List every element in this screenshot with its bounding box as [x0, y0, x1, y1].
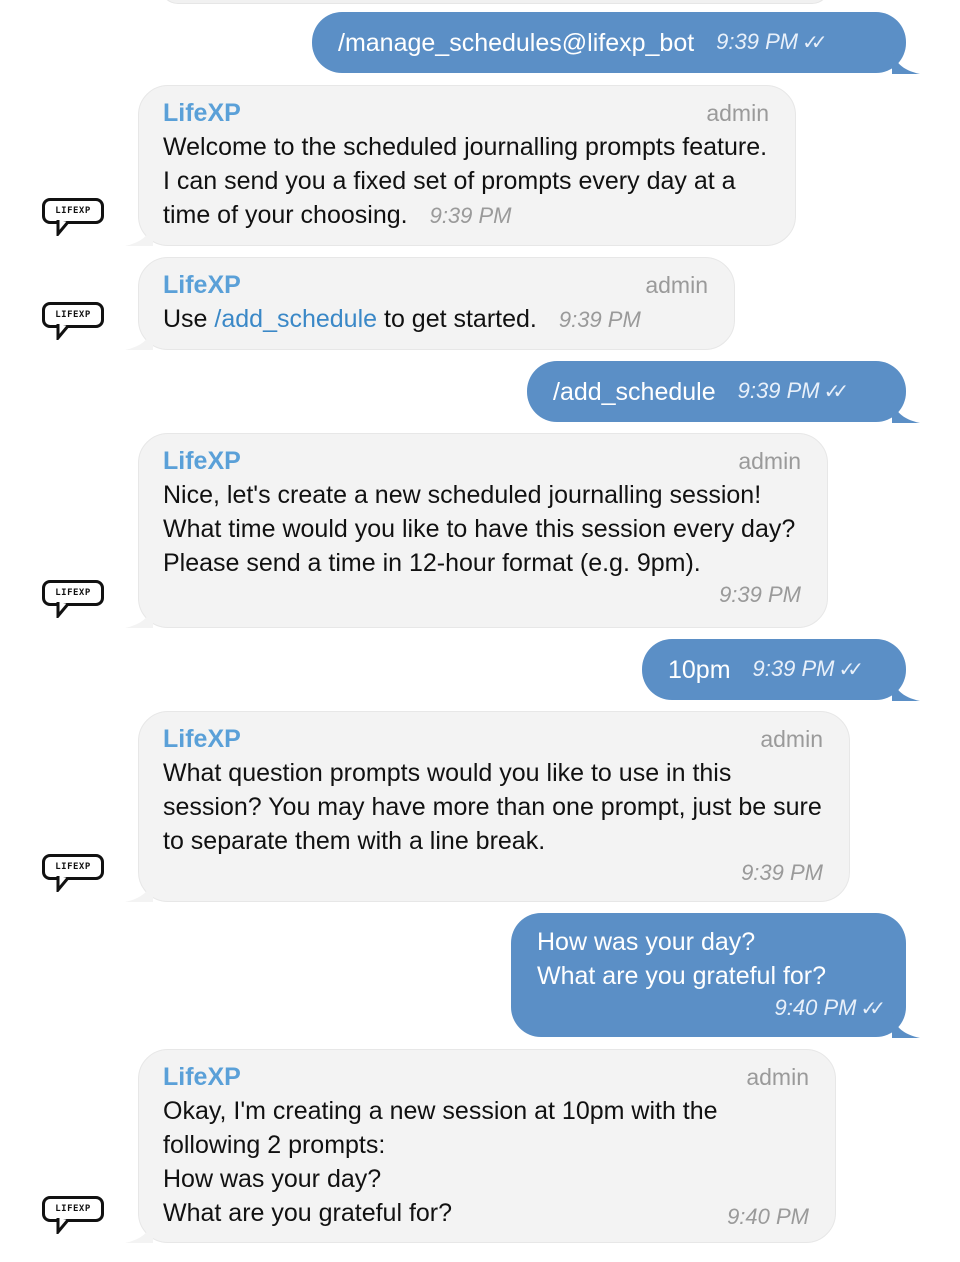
- message-time: 9:39 PM: [429, 203, 512, 228]
- avatar-tail: [56, 1218, 70, 1234]
- message-text: How was your day? What are you grateful …: [537, 928, 827, 990]
- message-meta: 9:39 PM ✓✓: [752, 652, 864, 687]
- message-text: /add_schedule: [553, 377, 716, 406]
- incoming-message[interactable]: LifeXP admin Welcome to the scheduled jo…: [125, 85, 796, 246]
- double-check-icon: ✓✓: [823, 381, 849, 403]
- sender-name[interactable]: LifeXP: [163, 1060, 241, 1094]
- command-link-add-schedule[interactable]: /add_schedule: [214, 305, 377, 333]
- message-text: Okay, I'm creating a new session at 10pm…: [163, 1094, 809, 1230]
- double-check-icon: ✓✓: [838, 659, 863, 681]
- outgoing-message[interactable]: /add_schedule 9:39 PM ✓✓: [527, 361, 920, 423]
- lifexp-speech-bubble-icon: LIFEXP: [42, 580, 104, 606]
- avatar-tail: [56, 876, 70, 892]
- bubble-tail: [125, 1217, 153, 1243]
- previous-message-bubble: [160, 0, 830, 4]
- bot-avatar[interactable]: LIFEXP: [42, 1196, 110, 1240]
- incoming-message[interactable]: LifeXP admin Nice, let's create a new sc…: [125, 433, 828, 628]
- message-header: LifeXP admin: [163, 268, 708, 302]
- message-text: 10pm: [668, 655, 731, 684]
- message-text: /manage_schedules@lifexp_bot: [338, 28, 695, 57]
- message-header: LifeXP admin: [163, 1060, 809, 1094]
- message-time: 9:39 PM: [737, 378, 820, 403]
- sender-role: admin: [760, 726, 823, 752]
- sender-role: admin: [706, 100, 769, 126]
- bubble-tail: [892, 1012, 920, 1038]
- outgoing-message[interactable]: How was your day? What are you grateful …: [511, 913, 920, 1038]
- bot-avatar[interactable]: LIFEXP: [42, 302, 110, 346]
- message-text: Welcome to the scheduled journalling pro…: [163, 133, 774, 229]
- message-meta: 9:40 PM ✓✓: [537, 991, 886, 1026]
- sender-role: admin: [738, 448, 801, 474]
- bubble-tail: [125, 324, 153, 350]
- incoming-message[interactable]: LifeXP admin What question prompts would…: [125, 711, 850, 902]
- sender-role: admin: [645, 272, 708, 298]
- lifexp-speech-bubble-icon: LIFEXP: [42, 198, 104, 224]
- sender-name[interactable]: LifeXP: [163, 444, 241, 478]
- lifexp-speech-bubble-icon: LIFEXP: [42, 1196, 104, 1222]
- sender-role: admin: [746, 1064, 809, 1090]
- bubble-tail: [892, 675, 920, 701]
- message-time: 9:39 PM: [558, 307, 641, 332]
- lifexp-speech-bubble-icon: LIFEXP: [42, 854, 104, 880]
- bubble-tail: [125, 220, 153, 246]
- message-meta: 9:39 PM ✓✓: [716, 25, 827, 60]
- outgoing-message[interactable]: 10pm 9:39 PM ✓✓: [642, 639, 920, 701]
- bot-avatar[interactable]: LIFEXP: [42, 580, 110, 624]
- avatar-tail: [56, 220, 70, 236]
- avatar-tail: [56, 602, 70, 618]
- incoming-message[interactable]: LifeXP admin Okay, I'm creating a new se…: [125, 1049, 836, 1243]
- message-time: 9:40 PM: [774, 995, 857, 1020]
- sender-name[interactable]: LifeXP: [163, 268, 241, 302]
- message-time: 9:39 PM: [752, 656, 835, 681]
- double-check-icon: ✓✓: [860, 998, 885, 1020]
- message-meta: 9:39 PM ✓✓: [737, 374, 849, 409]
- double-check-icon: ✓✓: [802, 32, 827, 54]
- message-text: Nice, let's create a new scheduled journ…: [163, 481, 803, 577]
- message-header: LifeXP admin: [163, 96, 769, 130]
- bubble-tail: [125, 602, 153, 628]
- message-time: 9:39 PM: [716, 29, 799, 54]
- message-text: Use /add_schedule to get started. 9:39 PM: [163, 305, 641, 333]
- message-header: LifeXP admin: [163, 444, 801, 478]
- chat-view: /manage_schedules@lifexp_bot 9:39 PM ✓✓ L…: [0, 0, 960, 1262]
- incoming-message[interactable]: LifeXP admin Use /add_schedule to get st…: [125, 257, 735, 350]
- bubble-tail: [892, 48, 920, 74]
- bubble-tail: [892, 397, 920, 423]
- sender-name[interactable]: LifeXP: [163, 722, 241, 756]
- message-time: 9:40 PM: [727, 1204, 809, 1229]
- message-header: LifeXP admin: [163, 722, 823, 756]
- sender-name[interactable]: LifeXP: [163, 96, 241, 130]
- lifexp-speech-bubble-icon: LIFEXP: [42, 302, 104, 328]
- message-time: 9:39 PM: [719, 582, 801, 607]
- bot-avatar[interactable]: LIFEXP: [42, 198, 110, 242]
- avatar-tail: [56, 324, 70, 340]
- message-text: What question prompts would you like to …: [163, 759, 829, 855]
- message-time: 9:39 PM: [741, 860, 823, 885]
- bot-avatar[interactable]: LIFEXP: [42, 854, 110, 898]
- outgoing-message[interactable]: /manage_schedules@lifexp_bot 9:39 PM ✓✓: [312, 12, 920, 74]
- bubble-tail: [125, 876, 153, 902]
